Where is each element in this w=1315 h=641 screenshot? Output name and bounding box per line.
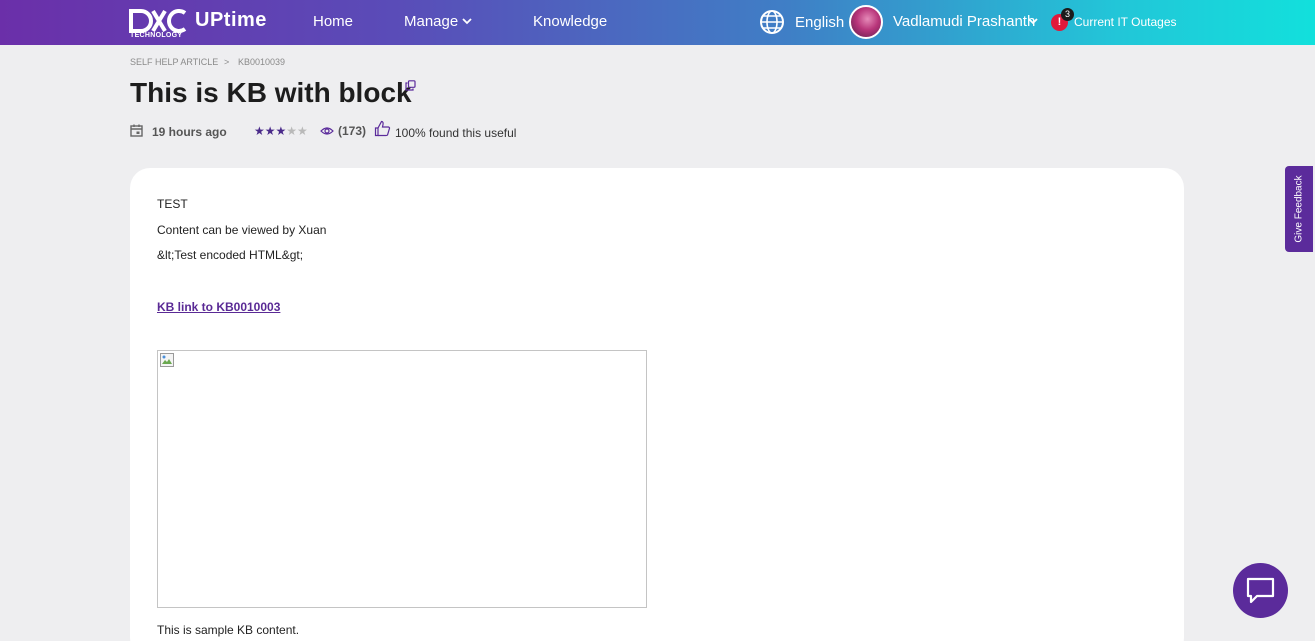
breadcrumb-separator: > xyxy=(224,57,230,67)
logo-subtitle: TECHNOLOGY xyxy=(130,32,183,39)
calendar-icon xyxy=(130,124,143,137)
chevron-down-icon[interactable] xyxy=(461,16,473,26)
nav-knowledge[interactable]: Knowledge xyxy=(533,13,607,30)
view-count: (173) xyxy=(338,124,367,138)
copy-icon[interactable] xyxy=(405,80,416,91)
chevron-down-icon[interactable] xyxy=(1027,16,1039,26)
eye-icon xyxy=(320,127,334,135)
content-line: This is sample KB content. xyxy=(157,623,300,637)
give-feedback-tab[interactable]: Give Feedback xyxy=(1285,166,1313,252)
give-feedback-label: Give Feedback xyxy=(1293,175,1305,243)
brand-name: UPtime xyxy=(195,9,267,31)
avatar[interactable] xyxy=(849,5,883,39)
rating-stars-filled: ★★★ xyxy=(254,124,287,138)
useful-percentage: 100% found this useful xyxy=(395,126,517,140)
globe-icon[interactable] xyxy=(759,9,785,35)
article-image-placeholder xyxy=(157,350,647,608)
user-menu[interactable]: Vadlamudi Prashanth xyxy=(893,13,1035,30)
kb-link[interactable]: KB link to KB0010003 xyxy=(157,300,280,314)
language-selector[interactable]: English xyxy=(795,14,844,31)
updated-time: 19 hours ago xyxy=(152,125,227,139)
content-line: Content can be viewed by Xuan xyxy=(157,223,327,237)
nav-manage[interactable]: Manage xyxy=(404,13,458,30)
outage-count-badge: 3 xyxy=(1061,8,1074,21)
nav-home[interactable]: Home xyxy=(313,13,353,30)
breadcrumb-article-id: KB0010039 xyxy=(238,57,286,67)
chat-icon xyxy=(1246,577,1275,604)
star-rating[interactable]: ★★★★★ xyxy=(254,124,308,138)
breadcrumb-section[interactable]: SELF HELP ARTICLE xyxy=(130,57,218,67)
chat-button[interactable] xyxy=(1233,563,1288,618)
thumbs-up-icon[interactable] xyxy=(374,120,391,137)
content-line: &lt;Test encoded HTML&gt; xyxy=(157,248,304,262)
page-title: This is KB with block xyxy=(130,77,412,108)
broken-image-icon xyxy=(160,353,174,367)
content-line: TEST xyxy=(157,197,188,211)
top-navigation-bar: TECHNOLOGY UPtime Home Manage Knowledge … xyxy=(0,0,1315,45)
rating-stars-empty: ★★ xyxy=(286,124,308,138)
current-outages-link[interactable]: Current IT Outages xyxy=(1074,15,1177,29)
